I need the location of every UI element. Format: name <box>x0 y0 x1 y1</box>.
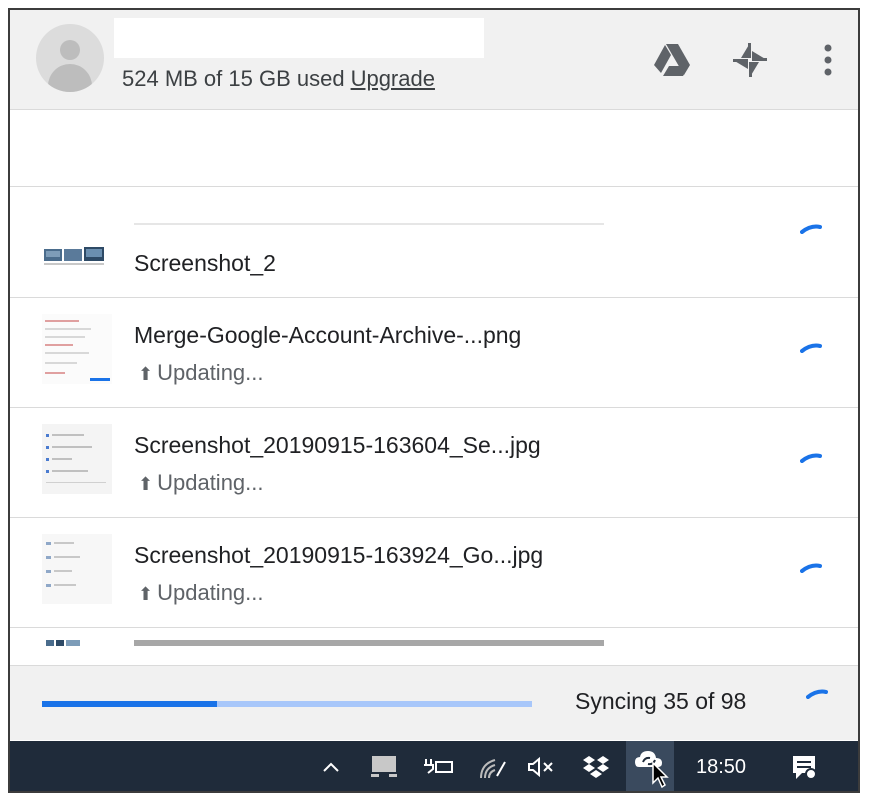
storage-usage: 524 MB of 15 GB used Upgrade <box>122 66 435 92</box>
battery-icon[interactable] <box>418 741 460 791</box>
notifications-icon[interactable] <box>780 741 828 791</box>
clock[interactable]: 18:50 <box>686 741 756 791</box>
file-name: Screenshot_20190915-163924_Go...jpg <box>134 542 544 568</box>
avatar-body <box>48 64 92 92</box>
file-status-text: Updating... <box>157 360 264 385</box>
syncing-spinner-icon <box>800 340 822 353</box>
upgrade-link[interactable]: Upgrade <box>351 66 435 91</box>
sync-footer: Syncing 35 of 98 <box>10 665 858 740</box>
tablet-icon[interactable] <box>364 741 404 791</box>
avatar[interactable] <box>36 24 104 92</box>
list-item[interactable]: Screenshot_20190915-163924_Go...jpg ⬆ Upd… <box>10 518 858 628</box>
file-status-text: Updating... <box>157 580 264 605</box>
backup-sync-icon[interactable] <box>626 741 674 791</box>
file-thumbnail <box>42 233 112 303</box>
windows-taskbar: 18:50 <box>10 741 858 791</box>
syncing-spinner-icon <box>800 221 822 234</box>
upload-arrow-icon: ⬆ <box>138 474 154 494</box>
upload-arrow-icon: ⬆ <box>138 584 154 604</box>
photos-pinwheel-icon[interactable] <box>730 40 770 80</box>
avatar-head <box>60 40 80 60</box>
volume-muted-icon[interactable] <box>522 741 562 791</box>
file-thumbnail <box>42 424 112 494</box>
row-top-line <box>134 223 604 225</box>
file-name: Screenshot_20190915-163604_Se...jpg <box>134 432 541 458</box>
chevron-up-icon[interactable] <box>314 741 348 791</box>
more-vert-icon[interactable] <box>808 40 848 80</box>
syncing-spinner-icon <box>800 560 822 573</box>
syncing-spinner-icon <box>800 450 822 463</box>
dropbox-icon[interactable] <box>576 741 616 791</box>
storage-usage-text: 524 MB of 15 GB used <box>122 66 345 91</box>
sync-progress-fill <box>42 701 217 707</box>
file-thumbnail <box>42 534 112 604</box>
file-list[interactable]: Screenshot_2 Merge-Google-Account-Archiv… <box>10 188 858 664</box>
syncing-spinner-icon <box>806 686 828 699</box>
file-status: ⬆ Updating... <box>138 360 264 386</box>
list-item[interactable]: Screenshot_2 <box>10 188 858 298</box>
partial-row-glimpse <box>46 640 604 646</box>
file-thumbnail <box>42 314 112 384</box>
wifi-icon[interactable] <box>472 741 512 791</box>
account-name-redacted <box>114 18 484 58</box>
notice-band <box>10 111 858 187</box>
file-name: Merge-Google-Account-Archive-...png <box>134 322 522 348</box>
backup-sync-window: 524 MB of 15 GB used Upgrade Screenshot_… <box>8 8 860 793</box>
account-header: 524 MB of 15 GB used Upgrade <box>10 10 858 110</box>
file-status: ⬆ Updating... <box>138 470 264 496</box>
list-item[interactable]: Screenshot_20190915-163604_Se...jpg ⬆ Upd… <box>10 408 858 518</box>
sync-status-text: Syncing 35 of 98 <box>575 688 747 714</box>
list-item-partial[interactable] <box>10 628 858 664</box>
list-item[interactable]: Merge-Google-Account-Archive-...png ⬆ Upd… <box>10 298 858 408</box>
file-status: ⬆ Updating... <box>138 580 264 606</box>
file-name: Screenshot_2 <box>134 250 276 276</box>
sync-progress-bar <box>42 701 532 707</box>
file-status-text: Updating... <box>157 470 264 495</box>
drive-icon[interactable] <box>652 40 692 80</box>
upload-arrow-icon: ⬆ <box>138 364 154 384</box>
